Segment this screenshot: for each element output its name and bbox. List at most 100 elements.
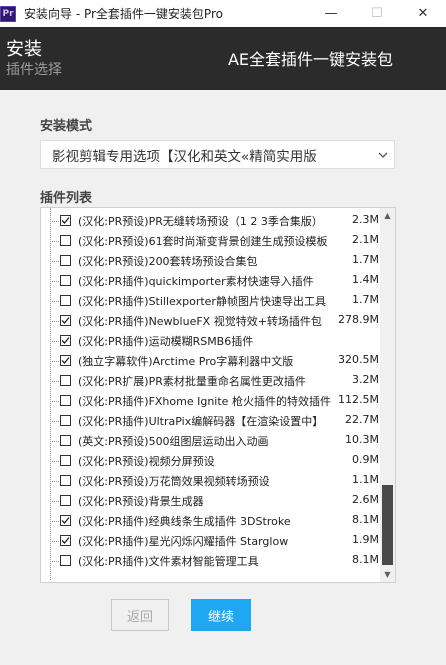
checkbox-checked[interactable]: [60, 515, 71, 526]
window-controls: — ☐ ✕: [308, 0, 446, 27]
checkbox-checked[interactable]: [60, 355, 71, 366]
wizard-header: 安装 插件选择 AE全套插件一键安装包: [0, 27, 446, 90]
checkbox-unchecked[interactable]: [60, 255, 71, 266]
checkmark-icon: [61, 357, 70, 364]
plugin-size: 1.9M: [352, 533, 379, 546]
install-mode-value: 影视剪辑专用选项【汉化和英文«精简实用版: [52, 148, 317, 165]
tree-branch: [50, 361, 59, 362]
plugin-row[interactable]: (独立字幕软件)Arctime Pro字幕利器中文版 320.5M: [41, 351, 381, 371]
checkbox-unchecked[interactable]: [60, 295, 71, 306]
plugin-name: (汉化:PR扩展)PR素材批量重命名属性更改插件: [78, 375, 306, 388]
plugin-name: (汉化:PR预设)61套时尚渐变背景创建生成预设模板: [78, 235, 328, 248]
tree-branch: [50, 401, 59, 402]
tree-branch: [50, 241, 59, 242]
checkbox-unchecked[interactable]: [60, 395, 71, 406]
scrollbar[interactable]: ▲ ▼: [380, 208, 395, 582]
minimize-button[interactable]: —: [308, 0, 354, 27]
tree-branch: [50, 301, 59, 302]
checkbox-checked[interactable]: [60, 535, 71, 546]
checkbox-checked[interactable]: [60, 315, 71, 326]
scroll-down-icon[interactable]: ▼: [380, 567, 395, 582]
plugin-name: (汉化:PR插件)运动模糊RSMB6插件: [78, 335, 254, 348]
checkbox-unchecked[interactable]: [60, 455, 71, 466]
plugin-size: 22.7M: [345, 413, 379, 426]
plugin-row[interactable]: (汉化:PR插件)星光闪烁闪耀插件 Starglow 1.9M: [41, 531, 381, 551]
plugin-size: 10.3M: [345, 433, 379, 446]
plugin-name: (汉化:PR插件)quickimporter素材快速导入插件: [78, 275, 314, 288]
plugin-size: 1.7M: [352, 293, 379, 306]
scrollbar-thumb[interactable]: [382, 485, 393, 565]
continue-button[interactable]: 继续: [191, 599, 251, 631]
tree-branch: [50, 321, 59, 322]
plugin-row[interactable]: (汉化:PR插件)文件素材智能管理工具 8.1M: [41, 551, 381, 571]
plugin-row[interactable]: (汉化:PR预设)200套转场预设合集包 1.7M: [41, 251, 381, 271]
chevron-down-icon[interactable]: [372, 141, 394, 168]
plugin-size: 2.3M: [352, 213, 379, 226]
tree-branch: [50, 561, 59, 562]
plugin-name: (汉化:PR预设)万花筒效果视频转场预设: [78, 475, 270, 488]
checkbox-checked[interactable]: [60, 215, 71, 226]
install-mode-label: 安装模式: [40, 119, 93, 134]
plugin-row[interactable]: (汉化:PR插件)Stillexporter静帧图片快速导出工具 1.7M: [41, 291, 381, 311]
checkbox-unchecked[interactable]: [60, 435, 71, 446]
plugin-name: (独立字幕软件)Arctime Pro字幕利器中文版: [78, 355, 294, 368]
checkbox-unchecked[interactable]: [60, 275, 71, 286]
plugin-row[interactable]: (汉化:PR预设)背景生成器 2.6M: [41, 491, 381, 511]
close-button[interactable]: ✕: [400, 0, 446, 27]
plugin-name: (汉化:PR插件)FXhome Ignite 枪火插件的特效插件: [78, 395, 331, 408]
install-mode-select[interactable]: 影视剪辑专用选项【汉化和英文«精简实用版: [40, 140, 395, 169]
checkmark-icon: [61, 217, 70, 224]
tree-branch: [50, 341, 59, 342]
checkbox-unchecked[interactable]: [60, 475, 71, 486]
plugin-row[interactable]: (汉化:PR插件)经典线条生成插件 3DStroke 8.1M: [41, 511, 381, 531]
product-title: AE全套插件一键安装包: [227, 50, 393, 69]
plugin-name: (汉化:PR预设)PR无缝转场预设（1 2 3季合集版）: [78, 215, 323, 228]
plugin-row[interactable]: (汉化:PR预设)万花筒效果视频转场预设 1.1M: [41, 471, 381, 491]
checkbox-unchecked[interactable]: [60, 235, 71, 246]
plugin-list[interactable]: (汉化:PR预设)PR无缝转场预设（1 2 3季合集版） 2.3M (汉化:PR预设…: [40, 207, 396, 583]
tree-branch: [50, 501, 59, 502]
plugin-row[interactable]: (英文:PR预设)500组图层运动出入动画 10.3M: [41, 431, 381, 451]
plugin-row[interactable]: (汉化:PR预设)PR无缝转场预设（1 2 3季合集版） 2.3M: [41, 211, 381, 231]
plugin-size: 1.7M: [352, 253, 379, 266]
plugin-row[interactable]: (汉化:PR预设)视频分屏预设 0.9M: [41, 451, 381, 471]
premiere-app-icon: Pr: [0, 5, 16, 22]
plugin-name: (汉化:PR插件)经典线条生成插件 3DStroke: [78, 515, 291, 528]
plugin-name: (汉化:PR插件)星光闪烁闪耀插件 Starglow: [78, 535, 289, 548]
plugin-size: 8.1M: [352, 553, 379, 566]
plugin-size: 2.1M: [352, 233, 379, 246]
checkbox-unchecked[interactable]: [60, 495, 71, 506]
checkbox-unchecked[interactable]: [60, 415, 71, 426]
plugin-row[interactable]: (汉化:PR插件)quickimporter素材快速导入插件 1.4M: [41, 271, 381, 291]
checkmark-icon: [61, 537, 70, 544]
checkbox-unchecked[interactable]: [60, 375, 71, 386]
scroll-up-icon[interactable]: ▲: [380, 208, 395, 223]
plugin-row[interactable]: (汉化:PR扩展)PR素材批量重命名属性更改插件 3.2M: [41, 371, 381, 391]
tree-branch: [50, 461, 59, 462]
tree-branch: [50, 441, 59, 442]
tree-branch: [50, 261, 59, 262]
plugin-row[interactable]: (汉化:PR插件)UltraPix编解码器【在渲染设置中】 22.7M: [41, 411, 381, 431]
checkmark-icon: [61, 337, 70, 344]
plugin-row[interactable]: (汉化:PR插件)FXhome Ignite 枪火插件的特效插件 112.5M: [41, 391, 381, 411]
tree-branch: [50, 541, 59, 542]
plugin-row[interactable]: (汉化:PR插件)运动模糊RSMB6插件: [41, 331, 381, 351]
plugin-size: 2.6M: [352, 493, 379, 506]
checkmark-icon: [61, 517, 70, 524]
tree-branch: [50, 381, 59, 382]
plugin-row[interactable]: (汉化:PR插件)NewblueFX 视觉特效+转场插件包 278.9M: [41, 311, 381, 331]
back-button[interactable]: 返回: [111, 599, 169, 631]
plugin-name: (汉化:PR预设)视频分屏预设: [78, 455, 215, 468]
plugin-row[interactable]: (汉化:PR预设)61套时尚渐变背景创建生成预设模板 2.1M: [41, 231, 381, 251]
title-bar: Pr 安装向导 - Pr全套插件一键安装包Pro — ☐ ✕: [0, 0, 446, 27]
checkbox-unchecked[interactable]: [60, 555, 71, 566]
plugin-name: (汉化:PR预设)背景生成器: [78, 495, 204, 508]
tree-branch: [50, 281, 59, 282]
maximize-button[interactable]: ☐: [354, 0, 400, 27]
step-subtitle: 插件选择: [6, 62, 62, 78]
checkmark-icon: [61, 317, 70, 324]
checkbox-checked[interactable]: [60, 335, 71, 346]
step-title: 安装: [6, 39, 42, 60]
window-title: 安装向导 - Pr全套插件一键安装包Pro: [24, 7, 223, 21]
plugin-name: (汉化:PR预设)200套转场预设合集包: [78, 255, 258, 268]
